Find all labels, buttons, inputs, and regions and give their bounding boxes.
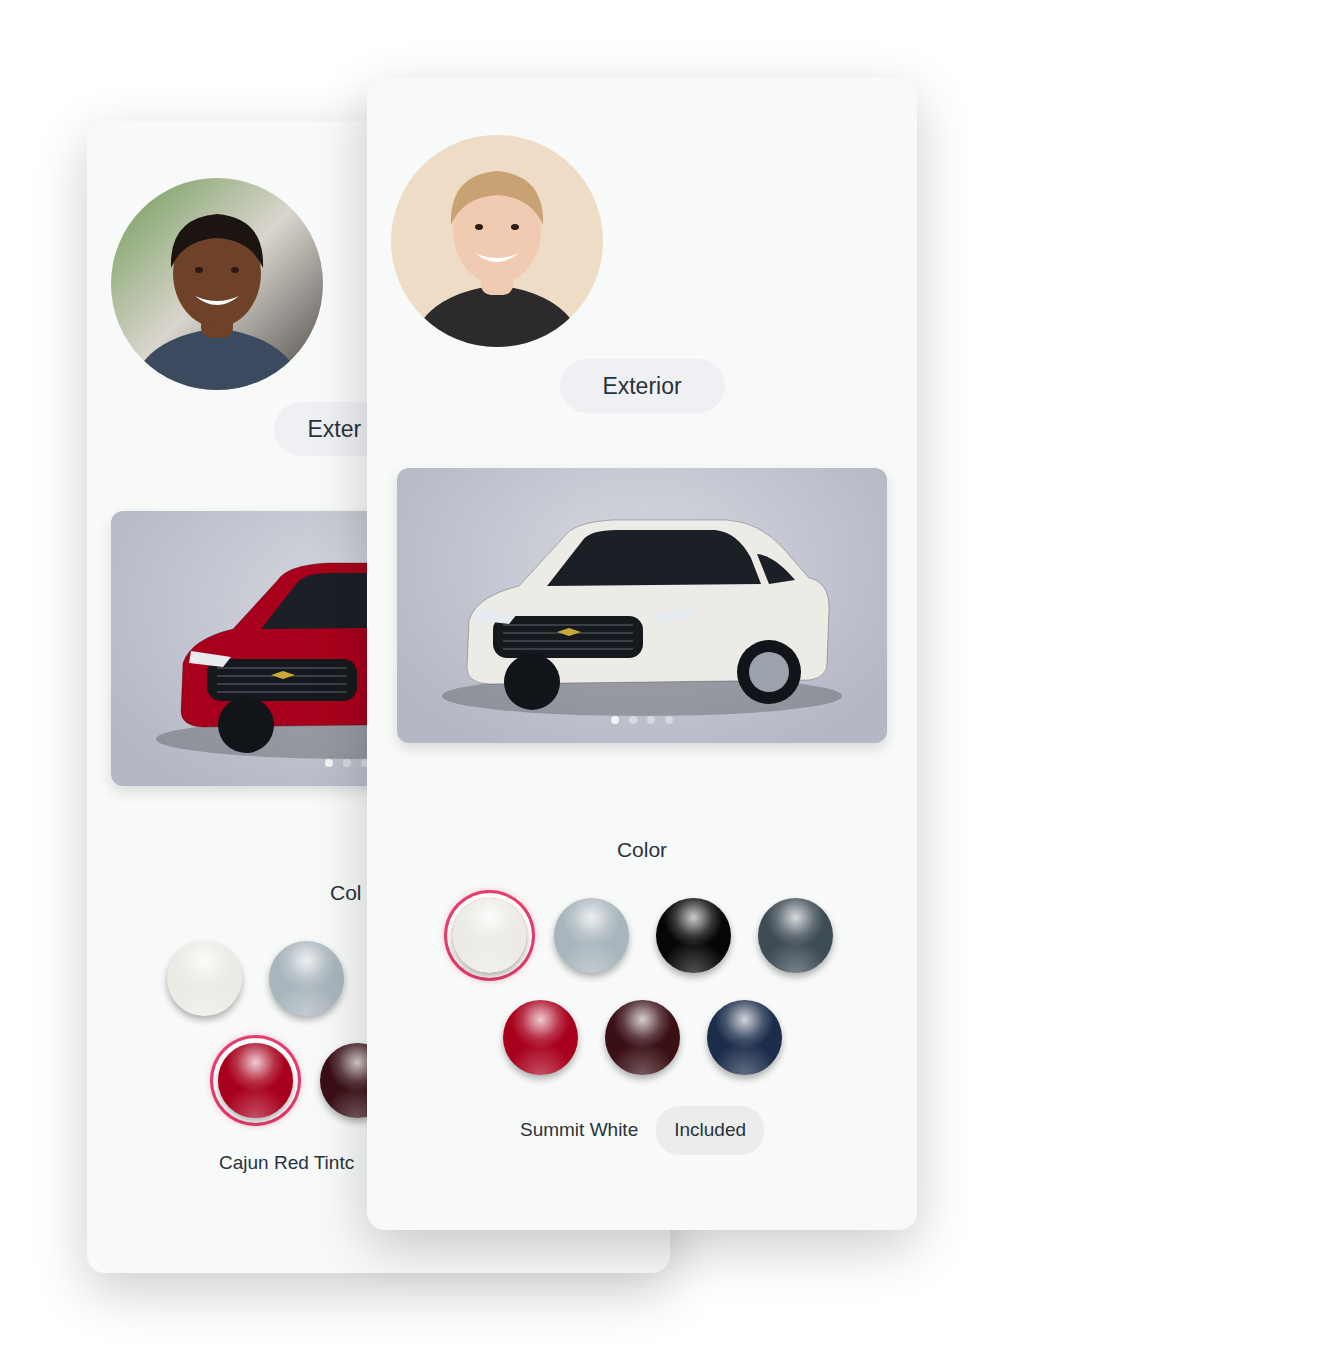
price-badge: Included	[656, 1106, 764, 1155]
color-swatch[interactable]	[269, 941, 344, 1016]
color-swatch[interactable]	[707, 1000, 782, 1075]
carousel-dot[interactable]	[325, 759, 333, 767]
swatch-color	[656, 898, 731, 973]
swatch-color	[758, 898, 833, 973]
swatch-color	[503, 1000, 578, 1075]
profile-photo	[111, 178, 323, 390]
carousel-dots	[397, 716, 887, 724]
car-image[interactable]	[397, 468, 887, 743]
color-heading: Color	[367, 837, 917, 863]
person-photo	[111, 178, 323, 390]
swatch-color	[218, 1043, 293, 1118]
swatch-color	[452, 898, 527, 973]
swatch-color	[167, 941, 242, 1016]
selected-color: Summit White Included	[367, 1106, 917, 1155]
card-content: Exterior Color Summit White Included	[367, 78, 917, 1155]
page-canvas: ExterColCajun Red TintcExteriorColorSumm…	[0, 0, 1342, 1354]
color-swatch[interactable]	[554, 898, 629, 973]
swatch-color	[707, 1000, 782, 1075]
section-tab[interactable]: Exterior	[560, 359, 725, 413]
color-name: Summit White	[520, 1116, 638, 1145]
color-swatch[interactable]	[218, 1043, 293, 1118]
color-swatches	[367, 898, 917, 1075]
swatch-color	[605, 1000, 680, 1075]
configurator-card: Exterior Color Summit White Included	[367, 78, 917, 1230]
color-swatch[interactable]	[656, 898, 731, 973]
person-photo	[391, 135, 603, 347]
color-name: Cajun Red Tintc	[219, 1149, 354, 1178]
color-swatch[interactable]	[167, 941, 242, 1016]
section-label: Exterior	[602, 369, 681, 404]
carousel-dot[interactable]	[647, 716, 655, 724]
swatch-row	[367, 1000, 917, 1075]
profile-photo	[391, 135, 603, 347]
color-swatch[interactable]	[503, 1000, 578, 1075]
swatch-row	[367, 898, 917, 973]
swatch-color	[269, 941, 344, 1016]
car-photo	[397, 468, 887, 743]
carousel-dot[interactable]	[343, 759, 351, 767]
carousel-dot[interactable]	[665, 716, 673, 724]
section-label: Exter	[308, 412, 362, 447]
swatch-color	[554, 898, 629, 973]
color-swatch[interactable]	[758, 898, 833, 973]
color-swatch[interactable]	[452, 898, 527, 973]
color-swatch[interactable]	[605, 1000, 680, 1075]
carousel-dot[interactable]	[611, 716, 619, 724]
carousel-dot[interactable]	[629, 716, 637, 724]
